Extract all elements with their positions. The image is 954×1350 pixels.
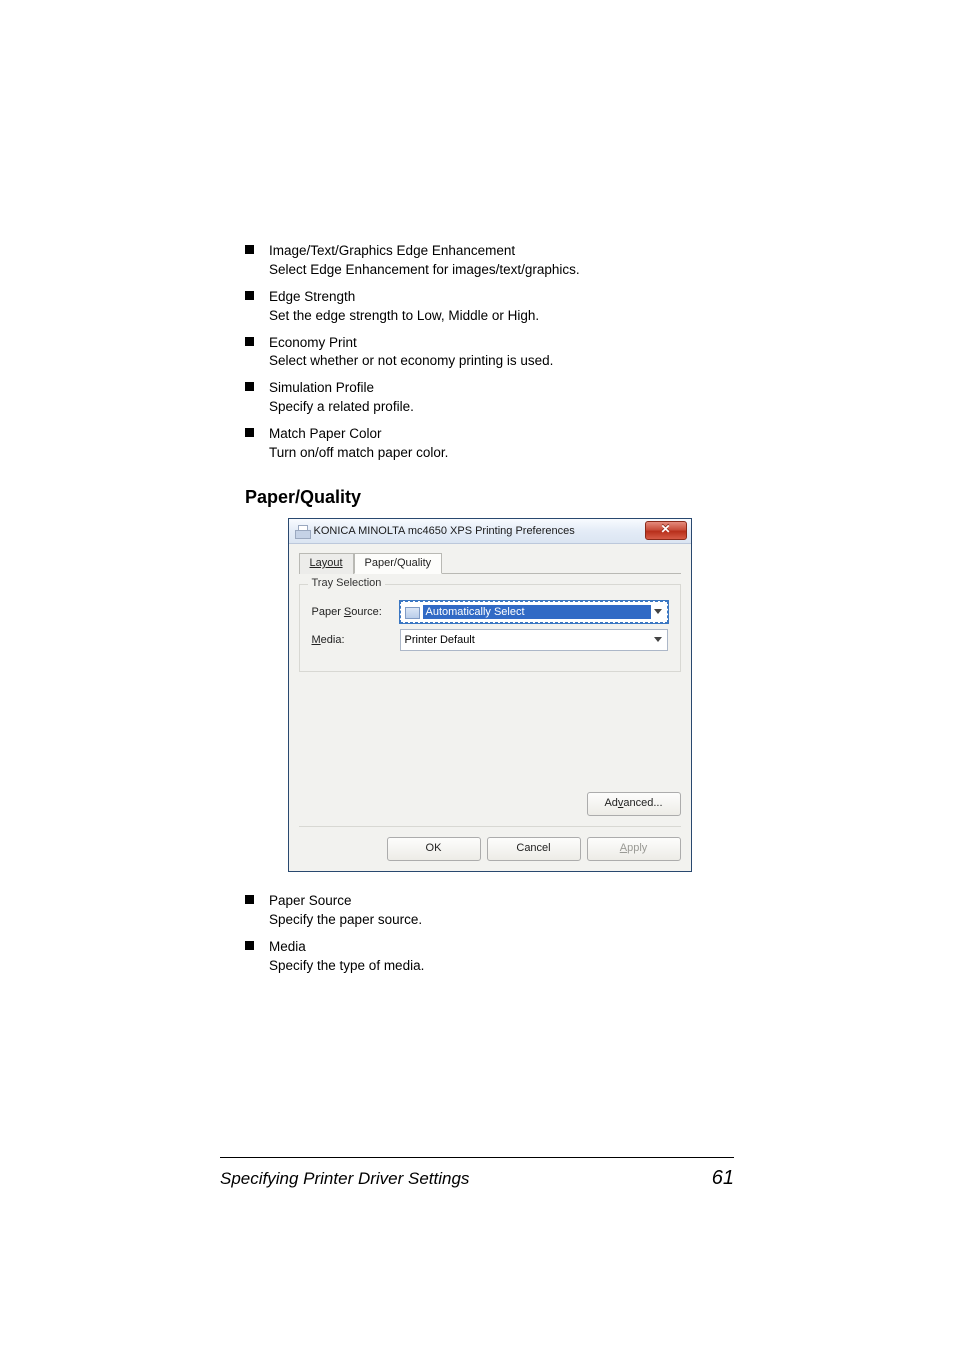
page-footer: Specifying Printer Driver Settings 61 <box>220 1167 734 1190</box>
printing-preferences-dialog: KONICA MINOLTA mc4650 XPS Printing Prefe… <box>288 518 692 872</box>
apply-button[interactable]: Apply <box>587 837 681 861</box>
list-item: Match Paper Color Turn on/off match pape… <box>245 425 734 463</box>
combo-value: Automatically Select <box>423 605 651 619</box>
list-item: Paper Source Specify the paper source. <box>245 892 734 930</box>
bullet-desc: Select Edge Enhancement for images/text/… <box>269 261 734 280</box>
bullet-title: Simulation Profile <box>269 379 734 398</box>
bullet-desc: Select whether or not economy printing i… <box>269 352 734 371</box>
tab-layout[interactable]: Layout <box>299 553 354 574</box>
chevron-down-icon <box>654 609 662 614</box>
bullet-list-bottom: Paper Source Specify the paper source. M… <box>245 892 734 976</box>
paper-source-row: Paper Source: Automatically Select <box>312 601 668 623</box>
bullet-desc: Specify a related profile. <box>269 398 734 417</box>
bullet-title: Edge Strength <box>269 288 734 307</box>
media-label: Media: <box>312 634 400 646</box>
page-number: 61 <box>712 1167 734 1190</box>
list-item: Media Specify the type of media. <box>245 938 734 976</box>
tray-selection-group: Tray Selection Paper Source: Automatical… <box>299 584 681 672</box>
tab-strip: Layout Paper/Quality <box>299 552 681 574</box>
bullet-title: Paper Source <box>269 892 734 911</box>
tab-paper-quality[interactable]: Paper/Quality <box>354 553 443 574</box>
list-item: Simulation Profile Specify a related pro… <box>245 379 734 417</box>
square-bullet-icon <box>245 245 254 254</box>
chevron-down-icon <box>654 637 662 642</box>
section-heading: Paper/Quality <box>245 487 734 508</box>
close-button[interactable]: ✕ <box>645 521 687 540</box>
media-combo[interactable]: Printer Default <box>400 629 668 651</box>
media-row: Media: Printer Default <box>312 629 668 651</box>
bullet-title: Economy Print <box>269 334 734 353</box>
paper-source-combo[interactable]: Automatically Select <box>400 601 668 623</box>
tray-icon <box>405 605 419 619</box>
advanced-row: Advanced... <box>299 792 681 816</box>
bullet-desc: Set the edge strength to Low, Middle or … <box>269 307 734 326</box>
list-item: Edge Strength Set the edge strength to L… <box>245 288 734 326</box>
cancel-button[interactable]: Cancel <box>487 837 581 861</box>
combo-value: Printer Default <box>405 634 651 646</box>
bullet-list-top: Image/Text/Graphics Edge Enhancement Sel… <box>245 242 734 463</box>
bullet-desc: Turn on/off match paper color. <box>269 444 734 463</box>
bullet-title: Match Paper Color <box>269 425 734 444</box>
paper-source-label: Paper Source: <box>312 606 400 618</box>
bullet-desc: Specify the paper source. <box>269 911 734 930</box>
bullet-title: Image/Text/Graphics Edge Enhancement <box>269 242 734 261</box>
ok-button[interactable]: OK <box>387 837 481 861</box>
square-bullet-icon <box>245 291 254 300</box>
printer-icon <box>295 525 309 537</box>
group-legend: Tray Selection <box>308 577 386 589</box>
footer-divider <box>220 1157 734 1158</box>
bullet-title: Media <box>269 938 734 957</box>
titlebar: KONICA MINOLTA mc4650 XPS Printing Prefe… <box>289 519 691 544</box>
dialog-body: Layout Paper/Quality Tray Selection Pape… <box>289 544 691 871</box>
square-bullet-icon <box>245 941 254 950</box>
bullet-desc: Specify the type of media. <box>269 957 734 976</box>
square-bullet-icon <box>245 337 254 346</box>
window-title: KONICA MINOLTA mc4650 XPS Printing Prefe… <box>314 525 645 537</box>
square-bullet-icon <box>245 428 254 437</box>
list-item: Image/Text/Graphics Edge Enhancement Sel… <box>245 242 734 280</box>
dialog-footer: OK Cancel Apply <box>299 826 681 861</box>
tab-label: Layout <box>310 557 343 569</box>
tab-label: Paper/Quality <box>365 557 432 569</box>
list-item: Economy Print Select whether or not econ… <box>245 334 734 372</box>
footer-title: Specifying Printer Driver Settings <box>220 1169 469 1189</box>
square-bullet-icon <box>245 895 254 904</box>
advanced-button[interactable]: Advanced... <box>587 792 681 816</box>
dialog-screenshot: KONICA MINOLTA mc4650 XPS Printing Prefe… <box>245 518 734 872</box>
square-bullet-icon <box>245 382 254 391</box>
